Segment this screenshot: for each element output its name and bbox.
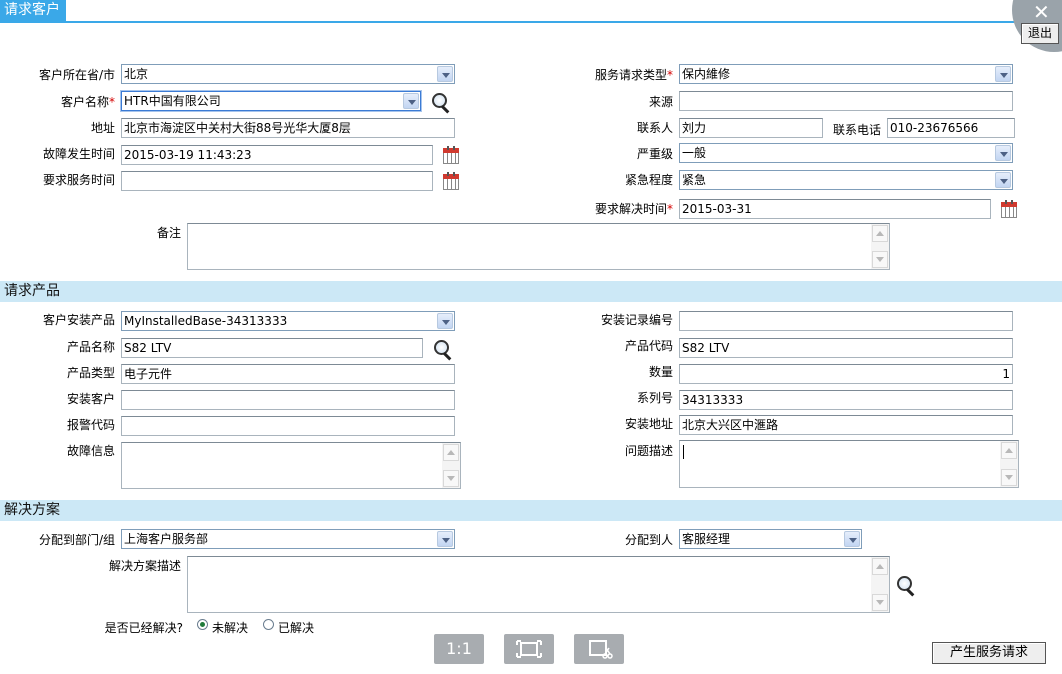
install-customer-field[interactable] bbox=[121, 390, 455, 410]
product-code-field[interactable]: S82 LTV bbox=[679, 338, 1013, 358]
customer-name-label: 客户名称* bbox=[60, 95, 115, 109]
req-service-time-label: 要求服务时间 bbox=[42, 173, 115, 187]
contact-field[interactable]: 刘力 bbox=[679, 118, 823, 138]
urgency-label: 紧急程度 bbox=[624, 173, 673, 187]
customer-name-select[interactable]: HTR中国有限公司 bbox=[120, 90, 422, 112]
province-select[interactable]: 北京 bbox=[121, 64, 455, 84]
chevron-down-icon[interactable] bbox=[844, 531, 860, 547]
dept-select[interactable]: 上海客户服务部 bbox=[121, 529, 455, 549]
calendar-icon[interactable] bbox=[443, 146, 459, 164]
remark-label: 备注 bbox=[156, 226, 181, 240]
record-no-field[interactable] bbox=[679, 311, 1013, 331]
exit-button[interactable]: 退出 bbox=[1021, 23, 1059, 44]
fault-info-textarea[interactable] bbox=[121, 442, 461, 489]
product-type-label: 产品类型 bbox=[66, 366, 115, 380]
serial-label: 系列号 bbox=[636, 391, 673, 405]
fault-time-field[interactable]: 2015-03-19 11:43:23 bbox=[121, 145, 433, 165]
service-type-label: 服务请求类型* bbox=[594, 68, 673, 82]
address-field[interactable]: 北京市海淀区中关村大街88号光华大厦8层 bbox=[121, 118, 455, 138]
chevron-down-icon[interactable] bbox=[995, 66, 1011, 82]
calendar-icon[interactable] bbox=[443, 172, 459, 190]
resolve-time-field[interactable]: 2015-03-31 bbox=[679, 199, 991, 219]
address-label: 地址 bbox=[90, 121, 115, 135]
resolve-time-label: 要求解决时间* bbox=[594, 202, 673, 216]
install-address-label: 安装地址 bbox=[624, 417, 673, 431]
record-no-label: 安装记录编号 bbox=[600, 313, 673, 327]
search-icon[interactable] bbox=[431, 92, 453, 114]
zoom-1-1-button[interactable]: 1:1 bbox=[434, 634, 484, 664]
screenshot-cut-button[interactable] bbox=[574, 634, 624, 664]
service-type-select[interactable]: 保内維修 bbox=[679, 64, 1013, 84]
product-code-label: 产品代码 bbox=[624, 339, 673, 353]
section-product: 请求产品 bbox=[0, 281, 1062, 302]
option-resolved-label[interactable]: 已解决 bbox=[278, 620, 314, 636]
generate-service-request-button[interactable]: 产生服务请求 bbox=[932, 642, 1046, 664]
chevron-down-icon[interactable] bbox=[995, 172, 1011, 188]
radio-unresolved[interactable] bbox=[197, 619, 208, 630]
search-icon[interactable] bbox=[896, 575, 918, 597]
product-type-field[interactable]: 电子元件 bbox=[121, 364, 455, 384]
solution-desc-label: 解决方案描述 bbox=[108, 559, 181, 573]
quantity-label: 数量 bbox=[648, 365, 673, 379]
chevron-down-icon[interactable] bbox=[437, 66, 453, 82]
option-unresolved-label[interactable]: 未解决 bbox=[212, 620, 248, 636]
calendar-icon[interactable] bbox=[1001, 200, 1017, 218]
source-field[interactable] bbox=[679, 91, 1013, 111]
remark-textarea[interactable] bbox=[187, 223, 890, 270]
contact-label: 联系人 bbox=[636, 121, 673, 135]
fault-info-label: 故障信息 bbox=[66, 444, 115, 458]
resolved-question-label: 是否已经解决? bbox=[104, 621, 183, 635]
close-icon[interactable]: ✕ bbox=[1033, 2, 1050, 22]
assignee-select[interactable]: 客服经理 bbox=[679, 529, 862, 549]
severity-select[interactable]: 一般 bbox=[679, 143, 1013, 163]
dept-label: 分配到部门/组 bbox=[38, 533, 115, 547]
alarm-code-label: 报警代码 bbox=[66, 418, 115, 432]
install-customer-label: 安装客户 bbox=[66, 392, 115, 406]
solution-desc-textarea[interactable] bbox=[187, 556, 890, 613]
fit-screen-button[interactable] bbox=[504, 634, 554, 664]
severity-label: 严重级 bbox=[636, 147, 673, 161]
text-cursor bbox=[683, 445, 684, 459]
chevron-down-icon[interactable] bbox=[437, 531, 453, 547]
screenshot-cut-icon bbox=[589, 640, 613, 659]
assignee-label: 分配到人 bbox=[624, 533, 673, 547]
product-name-field[interactable]: S82 LTV bbox=[121, 338, 423, 358]
title-underline bbox=[0, 21, 1062, 23]
fit-screen-icon bbox=[516, 640, 542, 658]
req-service-time-field[interactable] bbox=[121, 171, 433, 191]
serial-field[interactable]: 34313333 bbox=[679, 390, 1013, 410]
urgency-select[interactable]: 紧急 bbox=[679, 170, 1013, 190]
alarm-code-field[interactable] bbox=[121, 416, 455, 436]
phone-field[interactable]: 010-23676566 bbox=[887, 118, 1015, 138]
product-name-label: 产品名称 bbox=[66, 340, 115, 354]
chevron-down-icon[interactable] bbox=[995, 145, 1011, 161]
chevron-down-icon[interactable] bbox=[403, 93, 419, 109]
radio-resolved[interactable] bbox=[263, 619, 274, 630]
scrollbar[interactable] bbox=[442, 443, 460, 488]
quantity-field[interactable]: 1 bbox=[679, 364, 1013, 384]
installed-product-select[interactable]: MyInstalledBase-34313333 bbox=[121, 311, 455, 331]
scrollbar[interactable] bbox=[1000, 441, 1018, 487]
chevron-down-icon[interactable] bbox=[437, 313, 453, 329]
section-solution: 解决方案 bbox=[0, 500, 1062, 521]
phone-label: 联系电话 bbox=[832, 123, 881, 137]
search-icon[interactable] bbox=[433, 339, 455, 361]
scrollbar[interactable] bbox=[871, 224, 889, 269]
issue-desc-textarea[interactable] bbox=[679, 440, 1019, 488]
province-label: 客户所在省/市 bbox=[38, 68, 115, 82]
page-title: 请求客户 bbox=[0, 0, 66, 21]
fault-time-label: 故障发生时间 bbox=[42, 147, 115, 161]
install-address-field[interactable]: 北京大兴区中滙路 bbox=[679, 415, 1013, 435]
scrollbar[interactable] bbox=[871, 557, 889, 612]
issue-desc-label: 问题描述 bbox=[624, 444, 673, 458]
installed-product-label: 客户安装产品 bbox=[42, 313, 115, 327]
source-label: 来源 bbox=[648, 95, 673, 109]
